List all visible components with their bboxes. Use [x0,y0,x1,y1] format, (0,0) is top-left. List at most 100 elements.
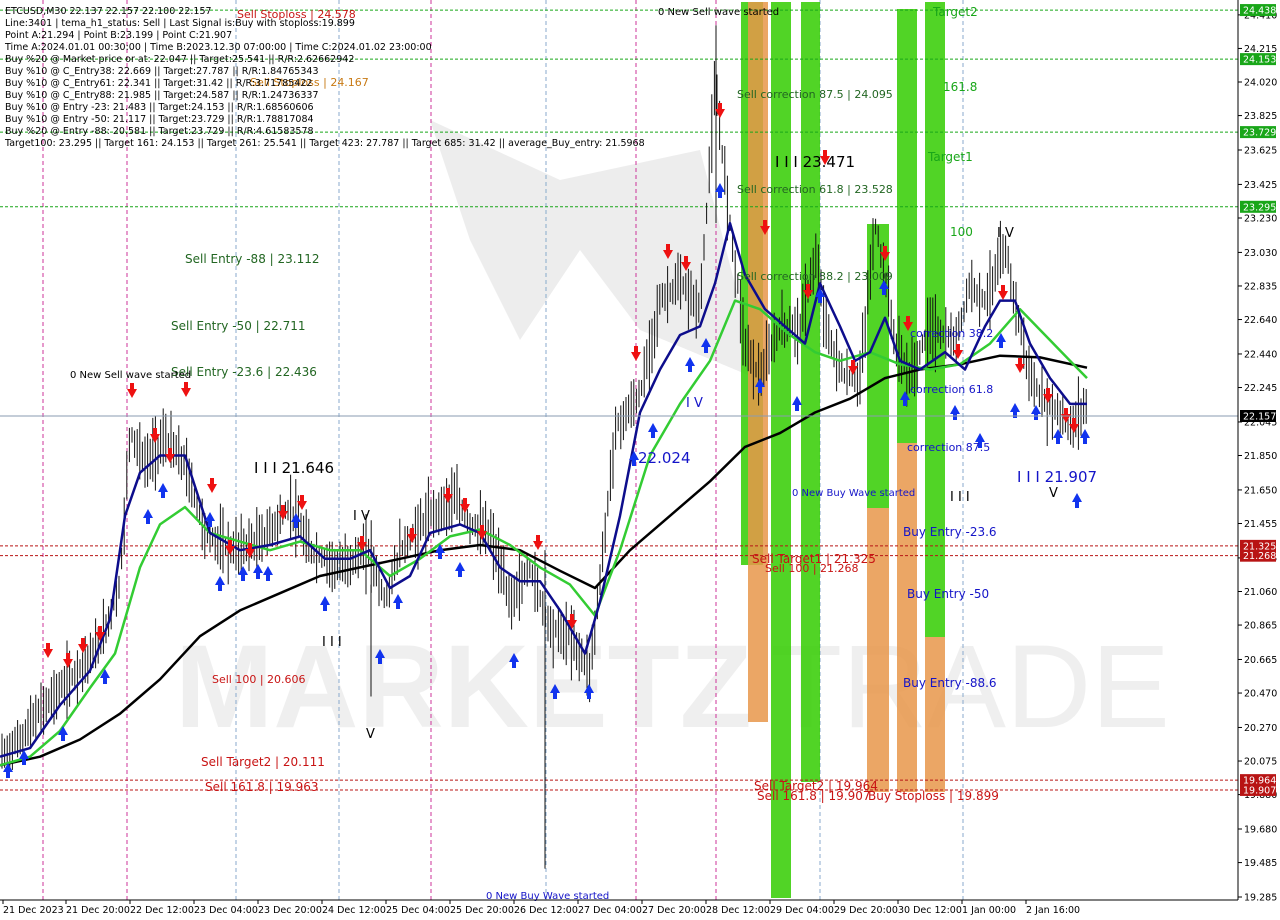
info-line-10: Buy %10 @ Entry -50: 21.117 || Target:23… [5,114,314,125]
y-tick-label: 23.230 [1244,213,1277,224]
x-tick-label: 29 Dec 04:00 [770,905,834,916]
x-tick-label: 27 Dec 04:00 [578,905,642,916]
chart-annotation: V [366,727,375,742]
y-tick-label: 20.075 [1244,757,1277,768]
chart-annotation: I I I 21.646 [254,459,334,477]
signal-zone [801,2,820,782]
y-tick-label: 23.625 [1244,145,1277,156]
info-line-9: Buy %10 @ Entry -23: 21.483 || Target:24… [5,102,314,113]
info-line-1: ETCUSD,M30 22.137 22.157 22.100 22.157 [5,6,212,17]
x-tick-label: 25 Dec 04:00 [386,905,450,916]
x-tick-label: 23 Dec 04:00 [194,905,258,916]
chart-annotation: Sell Entry -50 | 22.711 [171,319,305,333]
info-line-8: Buy %10 @ C_Entry88: 21.985 || Target:24… [5,90,319,101]
chart-annotation: Buy Entry -88.6 [903,676,997,690]
chart-annotation: 0 New Buy Wave started [792,488,915,499]
y-tick-label: 21.850 [1244,451,1277,462]
y-tick-label: 22.245 [1244,383,1277,394]
chart-annotation: 100 [950,225,973,239]
chart-annotation: Buy Entry -23.6 [903,525,997,539]
signal-zone [771,2,791,898]
level-price-text: 24.438 [1243,6,1276,17]
chart-annotation: Buy Entry -50 [907,587,989,601]
level-price-text: 21.268 [1243,551,1276,562]
y-tick-label: 22.440 [1244,349,1277,360]
y-tick-label: 20.665 [1244,655,1277,666]
level-price-text: 23.729 [1243,128,1276,139]
chart-annotation: Target1 [927,150,973,164]
info-line-4: Time A:2024.01.01 00:30:00 | Time B:2023… [4,42,432,53]
x-tick-label: 26 Dec 12:00 [514,905,578,916]
y-axis-ticks: 24.41024.21524.02023.82523.62523.42523.2… [1238,10,1277,904]
chart-annotation: 161.8 [943,80,977,94]
level-price-labels: 24.43824.15323.72923.29521.32521.26819.9… [1240,4,1276,796]
y-tick-label: 19.485 [1244,858,1277,869]
chart-annotation: I I I 23.471 [775,153,855,171]
current-price-label: 22.157 [1240,410,1276,423]
level-price-text: 23.295 [1243,202,1276,213]
x-tick-label: 27 Dec 20:00 [642,905,706,916]
x-tick-label: 2 Jan 16:00 [1026,905,1080,916]
chart-annotation: Sell 100 | 21.268 [765,562,859,575]
y-tick-label: 23.030 [1244,248,1277,259]
x-tick-label: 22 Dec 12:00 [130,905,194,916]
signal-zone [867,508,889,792]
chart-annotation: correction 38.2 [910,327,993,340]
y-tick-label: 21.455 [1244,519,1277,530]
x-tick-label: 28 Dec 12:00 [706,905,770,916]
chart-annotation: 22.024 [638,449,691,467]
y-tick-label: 22.640 [1244,315,1277,326]
y-tick-label: 21.060 [1244,587,1277,598]
info-line-2: Line:3401 | tema_h1_status: Sell | Last … [5,18,355,29]
chart-annotation: I I I [950,490,970,505]
info-line-12: Target100: 23.295 || Target 161: 24.153 … [4,138,645,149]
chart-annotation: Sell correction 38.2 | 23.009 [737,270,893,283]
y-tick-label: 21.650 [1244,485,1277,496]
x-axis-ticks: 21 Dec 2023 21 Dec 20:00 22 Dec 12:00 23 De… [2,900,1080,916]
y-tick-label: 19.680 [1244,825,1277,836]
x-tick-label: 30 Dec 12:00 [898,905,962,916]
y-tick-label: 23.425 [1244,180,1277,191]
y-tick-label: 20.865 [1244,621,1277,632]
level-price-text: 24.153 [1243,55,1276,66]
x-tick-label: 1 Jan 00:00 [962,905,1016,916]
signal-zone [925,637,945,792]
chart-annotation: Sell correction 61.8 | 23.528 [737,183,893,196]
chart-annotation: Sell Entry -88 | 23.112 [185,252,319,266]
chart-annotation: I I I 21.907 [1017,468,1097,486]
y-tick-label: 19.285 [1244,893,1277,904]
chart-annotation: correction 61.8 [910,383,993,396]
x-tick-label: 21 Dec 2023 [3,905,64,916]
chart-annotation: Sell Target2 | 20.111 [201,755,325,769]
info-line-6: Buy %10 @ C_Entry38: 22.669 || Target:27… [5,66,319,77]
y-tick-label: 20.270 [1244,723,1277,734]
x-tick-label: 25 Dec 20:00 [450,905,514,916]
chart-annotation: I I I [322,635,342,650]
x-tick-label: 23 Dec 20:00 [258,905,322,916]
info-line-7: Buy %10 @ C_Entry61: 22.341 || Target:31… [5,78,312,89]
chart-annotation: Sell correction 87.5 | 24.095 [737,88,893,101]
info-line-5: Buy %20 @ Market price or at: 22.047 || … [5,54,354,65]
chart-annotation: Sell Entry -23.6 | 22.436 [171,365,317,379]
x-tick-label: 21 Dec 20:00 [66,905,130,916]
chart-annotation: Sell 161.8 | 19.907 [757,789,871,803]
y-tick-label: 24.020 [1244,78,1277,89]
y-tick-label: 20.470 [1244,689,1277,700]
current-price-text: 22.157 [1243,412,1276,423]
level-price-text: 19.907 [1243,785,1276,796]
chart-annotation: Sell 161.8 | 19.963 [205,780,319,794]
chart-annotation: I V [353,509,370,524]
x-tick-label: 29 Dec 20:00 [834,905,898,916]
price-chart[interactable]: MARKETZ TRADE Sell Stoploss | 24.578Sell… [0,0,1280,920]
info-line-11: Buy %20 @ Entry -88: 20.581 || Target:23… [5,126,314,137]
chart-annotation: I V [686,396,703,411]
chart-annotation: Target2 [932,5,978,19]
chart-annotation: Buy Stoploss | 19.899 [868,789,999,803]
chart-annotation: 0 New Sell wave started [658,7,779,18]
chart-annotation: I V [997,226,1014,241]
chart-annotation: correction 87.5 [907,441,990,454]
y-tick-label: 23.825 [1244,111,1277,122]
chart-annotation: 0 New Sell wave started [70,370,191,381]
info-line-3: Point A:21.294 | Point B:23.199 | Point … [5,30,232,41]
y-tick-label: 22.835 [1244,281,1277,292]
